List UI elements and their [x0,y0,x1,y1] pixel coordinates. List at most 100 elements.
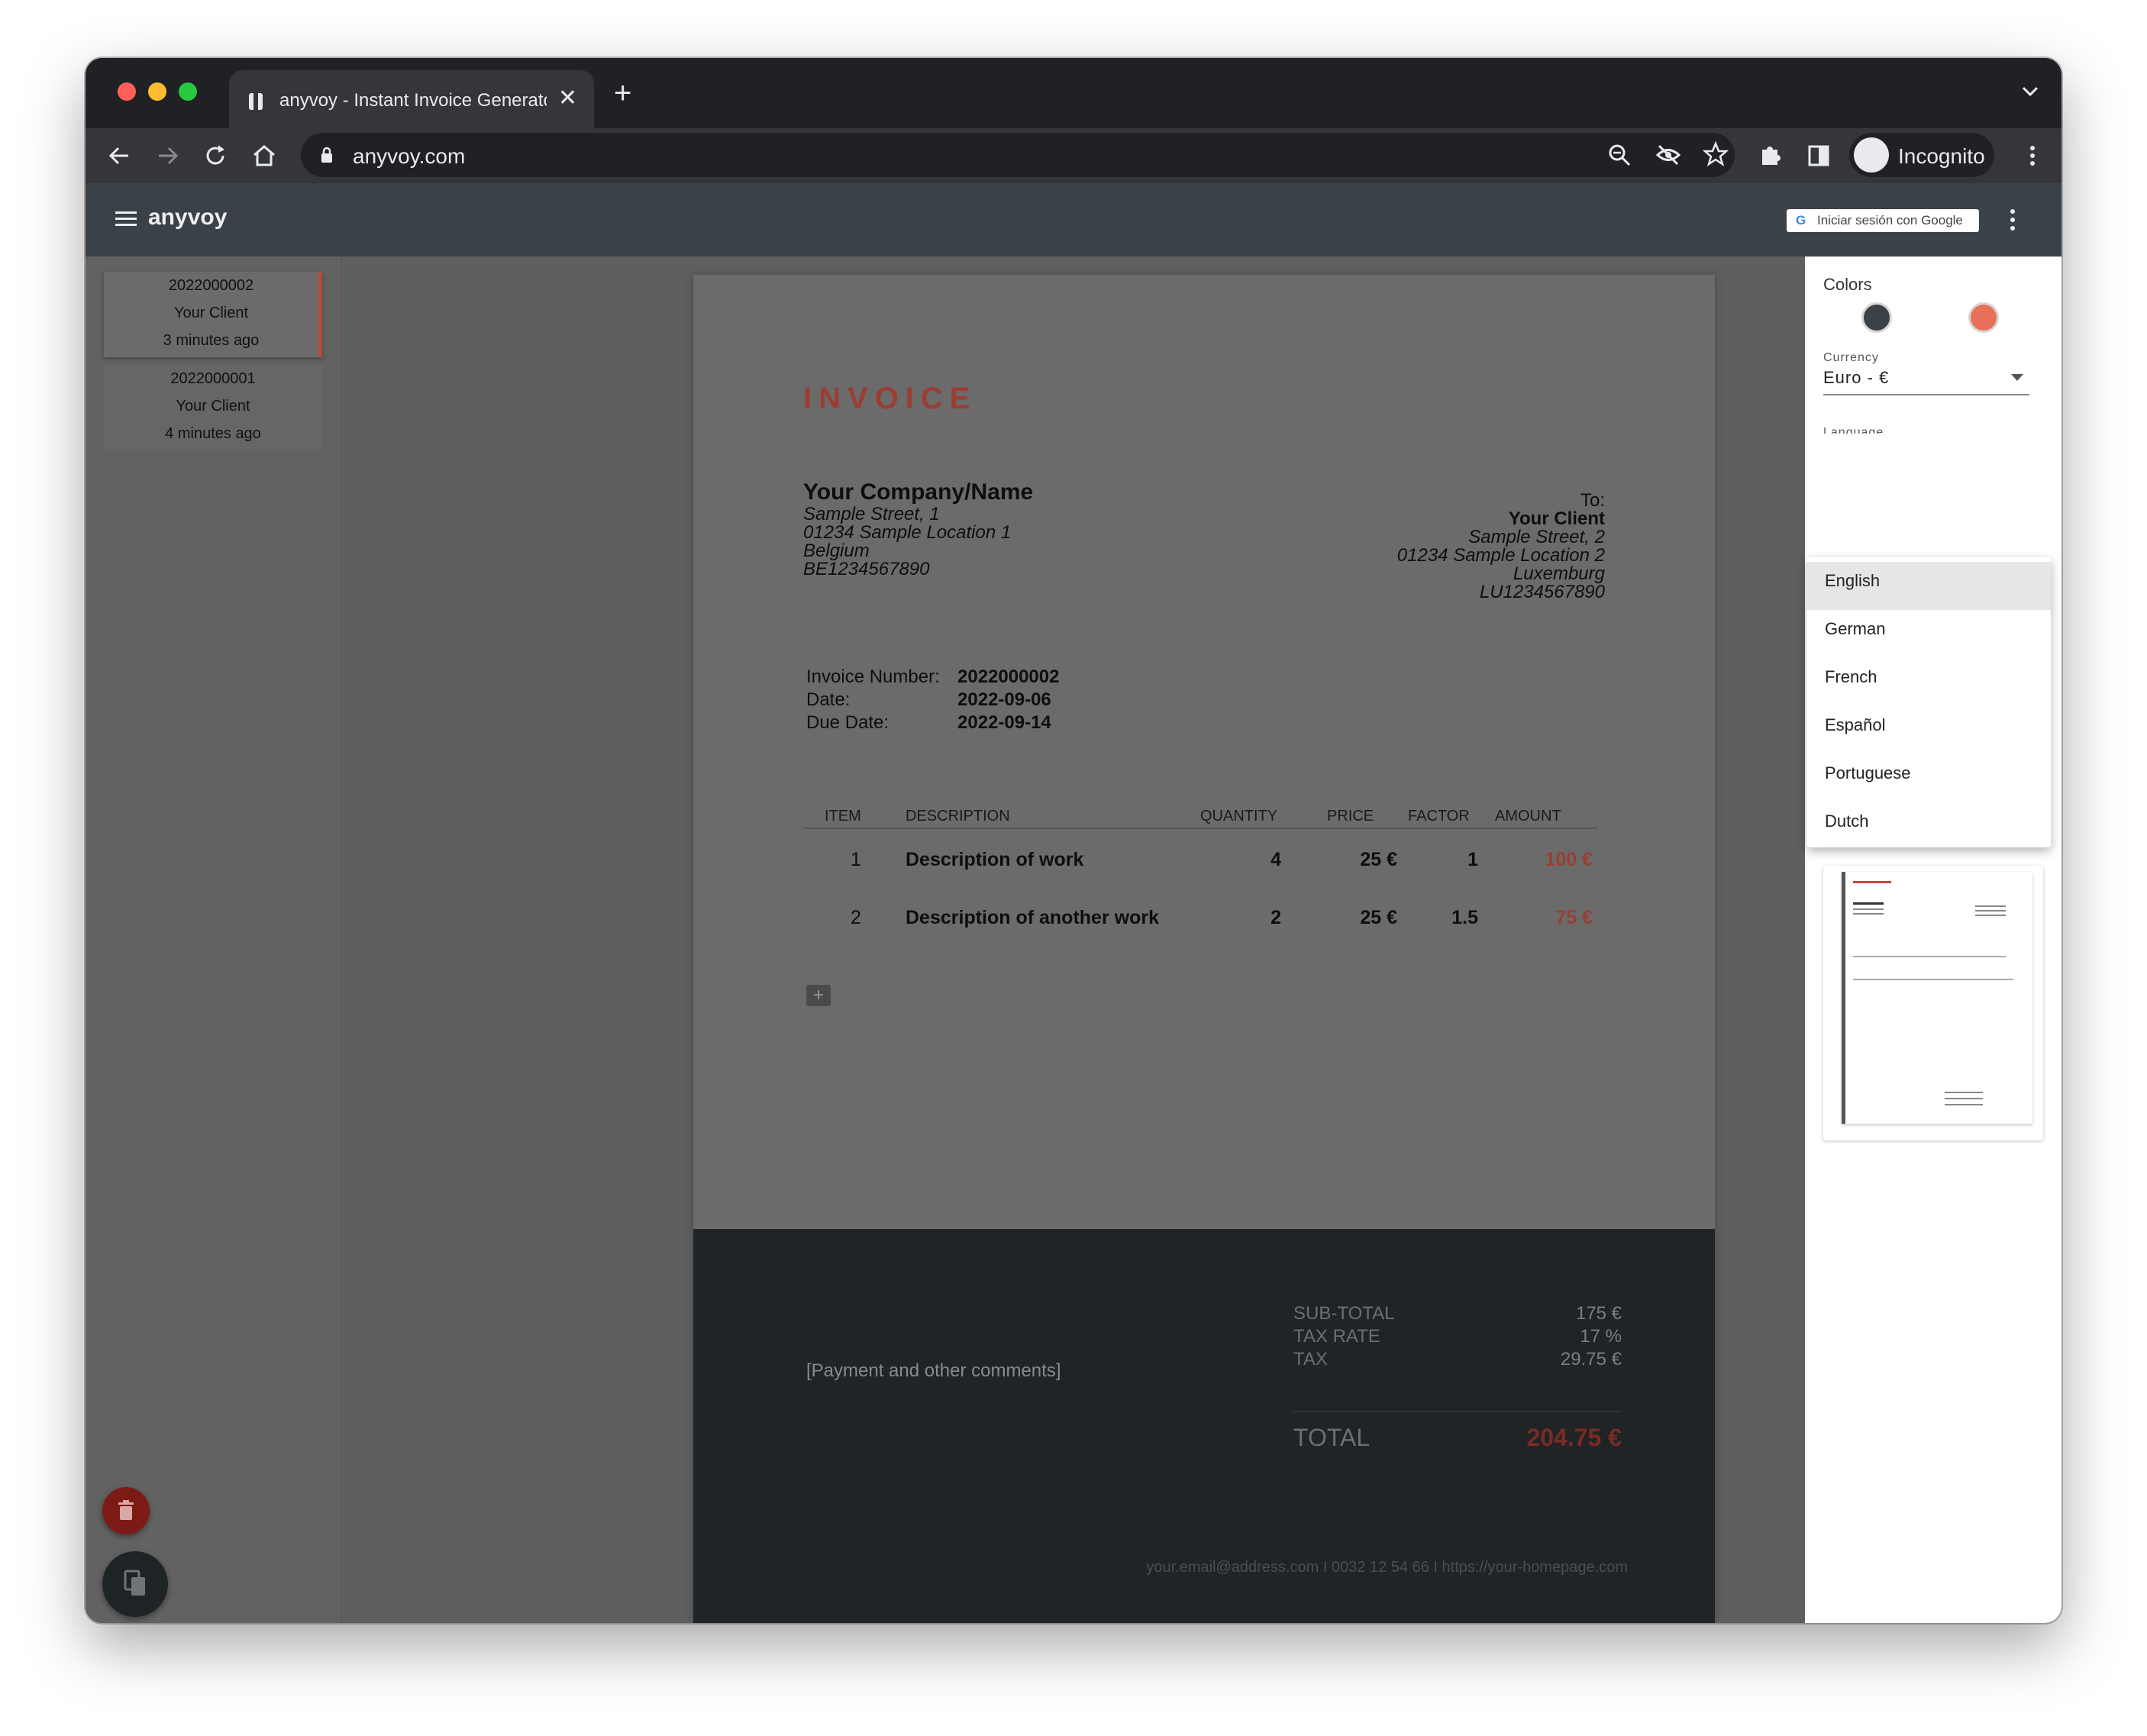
accent-color-swatch[interactable] [1968,302,1999,333]
recipient-address-block[interactable]: To: Your Client Sample Street, 2 01234 S… [1397,492,1605,602]
row-item: 1 [851,849,861,870]
copy-icon [124,1570,145,1596]
invoice-number-label: Invoice Number: [806,666,940,687]
contact-line[interactable]: your.email@address.com I 0032 12 54 66 I… [1146,1559,1628,1576]
sender-name[interactable]: Your Company/Name [803,479,1033,505]
extensions-icon[interactable] [1756,142,1784,169]
sender-address-block[interactable]: Your Company/Name Sample Street, 1 01234… [803,479,1033,579]
currency-label: Currency [1823,351,1879,364]
browser-menu-icon[interactable] [2019,142,2046,169]
google-signin-label: Iniciar sesión con Google [1817,213,1963,227]
side-panel-icon[interactable] [1805,142,1832,169]
colors-label: Colors [1823,275,1872,294]
invoice-list-time: 3 minutes ago [163,332,260,349]
app-brand[interactable]: anyvoy [148,205,227,231]
invoice-footer: [Payment and other comments] SUB-TOTAL 1… [693,1229,1715,1623]
zoom-icon[interactable] [1606,142,1632,168]
currency-value: Euro - € [1823,368,1890,387]
browser-tab[interactable]: anyvoy - Instant Invoice Generator ✕ [229,70,594,128]
subtotal-value: 175 € [1575,1303,1622,1324]
total-value: 204.75 € [1526,1424,1622,1451]
invoice-list-item[interactable]: 2022000001 Your Client 4 minutes ago [104,365,322,450]
language-label: Language [1823,426,1884,434]
invoice-due-value[interactable]: 2022-09-14 [957,712,1051,734]
language-option-english[interactable]: English [1806,562,2051,610]
recipient-line[interactable]: Sample Street, 2 [1397,528,1605,547]
tab-bar: anyvoy - Instant Invoice Generator ✕ + [86,58,2061,128]
language-option-dutch[interactable]: Dutch [1806,802,2051,850]
col-factor-header: FACTOR [1408,808,1470,824]
language-option-espanol[interactable]: Español [1806,706,2051,754]
template-thumbnail-2[interactable] [1823,866,2043,1141]
incognito-label: Incognito [1898,144,1985,168]
row-factor[interactable]: 1.5 [1451,907,1478,929]
col-item-header: ITEM [825,808,861,824]
recipient-line[interactable]: LU1234567890 [1397,583,1605,602]
primary-color-swatch[interactable] [1861,302,1892,333]
sender-line[interactable]: Belgium [803,542,1033,560]
sender-line[interactable]: Sample Street, 1 [803,505,1033,524]
tab-title: anyvoy - Instant Invoice Generator [279,90,547,111]
invoice-list-client: Your Client [173,305,249,321]
col-description-header: DESCRIPTION [906,808,1010,824]
currency-select[interactable]: Euro - € [1823,368,2029,395]
back-icon[interactable] [105,142,133,169]
new-tab-button[interactable]: + [614,78,631,108]
recipient-to-label: To: [1580,490,1605,511]
invoice-list-item[interactable]: 2022000002 Your Client 3 minutes ago [104,272,322,357]
tab-search-chevron-icon[interactable] [2020,84,2040,99]
invoice-date-label: Date: [806,689,851,710]
address-bar[interactable]: anyvoy.com [301,133,1735,177]
hamburger-menu-icon[interactable] [115,209,137,229]
row-price[interactable]: 25 € [1360,849,1397,871]
invoice-number-value[interactable]: 2022000002 [957,666,1059,689]
comments-field[interactable]: [Payment and other comments] [806,1360,1061,1382]
bookmark-star-icon[interactable] [1703,141,1729,167]
invoice-date-value[interactable]: 2022-09-06 [957,689,1051,712]
sender-line[interactable]: BE1234567890 [803,560,1033,579]
app-more-icon[interactable] [2008,208,2017,232]
taxrate-value[interactable]: 17 % [1580,1325,1622,1348]
table-row[interactable]: 2 Description of another work 2 25 € 1.5… [803,887,1597,945]
row-quantity[interactable]: 4 [1270,849,1281,871]
duplicate-invoice-button[interactable] [102,1551,168,1617]
row-description[interactable]: Description of another work [906,907,1159,929]
incognito-icon [1854,137,1889,173]
invoice-list-time: 4 minutes ago [165,425,261,442]
language-option-portuguese[interactable]: Portuguese [1806,754,2051,802]
recipient-name[interactable]: Your Client [1397,510,1605,528]
app-viewport: anyvoy G Iniciar sesión con Google 20220… [86,183,2061,1623]
recipient-line[interactable]: 01234 Sample Location 2 [1397,547,1605,565]
col-amount-header: AMOUNT [1495,808,1561,824]
taxrate-label: TAX RATE [1293,1326,1380,1347]
row-factor[interactable]: 1 [1467,849,1478,871]
eye-off-icon[interactable] [1655,142,1681,168]
tab-close-icon[interactable]: ✕ [558,87,577,110]
close-window-button[interactable] [118,82,136,101]
invoice-items-table: ITEM DESCRIPTION QUANTITY PRICE FACTOR A… [803,802,1597,945]
trash-icon [118,1500,134,1520]
language-option-german[interactable]: German [1806,610,2051,658]
incognito-profile-button[interactable]: Incognito [1849,133,1994,177]
tax-value: 29.75 € [1560,1349,1622,1370]
sender-line[interactable]: 01234 Sample Location 1 [803,524,1033,542]
col-quantity-header: QUANTITY [1200,808,1278,824]
minimize-window-button[interactable] [148,82,166,101]
lock-icon[interactable] [319,147,334,163]
google-signin-button[interactable]: G Iniciar sesión con Google [1787,209,1979,232]
settings-panel: Colors Currency Euro - € Language [1805,257,2061,1623]
home-icon[interactable] [250,142,278,169]
delete-invoice-button[interactable] [102,1487,150,1534]
language-option-french[interactable]: French [1806,658,2051,706]
row-amount: 100 € [1545,849,1593,870]
zoom-window-button[interactable] [179,82,197,101]
row-price[interactable]: 25 € [1360,907,1397,929]
recipient-line[interactable]: Luxemburg [1397,565,1605,583]
row-quantity[interactable]: 2 [1270,907,1281,929]
forward-icon[interactable] [154,142,182,169]
row-description[interactable]: Description of work [906,849,1083,871]
invoice-title: INVOICE [803,382,977,415]
add-row-button[interactable]: + [806,985,831,1006]
table-row[interactable]: 1 Description of work 4 25 € 1 100 € [803,829,1597,887]
reload-icon[interactable] [202,142,229,169]
